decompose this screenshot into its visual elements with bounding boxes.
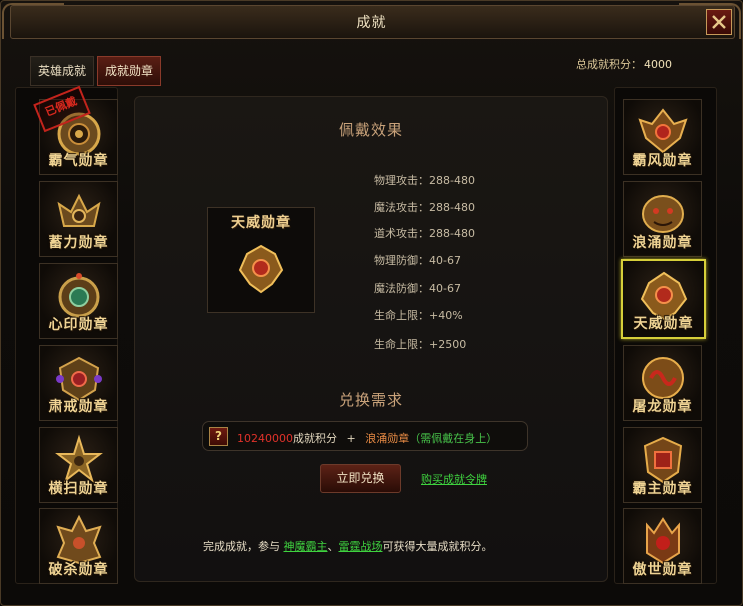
medal-name: 傲世勋章 [632,562,693,578]
link-shenmo-bazhu[interactable]: 神魔霸主 [284,540,328,553]
required-medal-note: （需佩戴在身上） [409,432,498,445]
achievement-window: 成就 英雄成就 成就勋章 总成就积分： 4000 已佩戴 霸气勋章 蓄力勋章 心… [0,0,743,606]
window-title: 成就 [356,15,387,31]
medal-slot-selected[interactable]: 天威勋章 [621,259,706,339]
buy-token-link[interactable]: 购买成就令牌 [421,471,487,487]
medal-name: 霸气勋章 [48,153,109,169]
exchange-requirement-box: ? 10240000成就积分 + 浪涌勋章（需佩戴在身上） [202,421,528,451]
medal-slot[interactable]: 傲世勋章 [623,508,702,584]
required-score-label: 成就积分 [293,432,337,445]
help-button[interactable]: ? [209,427,228,446]
medal-name: 横扫勋章 [48,481,109,497]
redeem-now-button[interactable]: 立即兑换 [320,464,401,493]
close-icon [712,15,726,29]
medal-slot[interactable]: 心印勋章 [39,263,118,339]
stat-line: 物理攻击：288-480 [374,174,475,187]
footer-prefix: 完成成就，参与 [203,540,284,553]
total-achievement-score: 总成就积分： 4000 [576,56,672,72]
medal-name: 肃戒勋章 [48,399,109,415]
medal-slot[interactable]: 屠龙勋章 [623,345,702,421]
medal-name: 心印勋章 [48,317,109,333]
stat-line: 魔法攻击：288-480 [374,201,475,214]
link-leiting-zhanchang[interactable]: 雷霆战场 [339,540,383,553]
stat-line: 物理防御：40-67 [374,254,461,267]
stat-line: 魔法防御：40-67 [374,282,461,295]
medal-name: 霸风勋章 [632,153,693,169]
medal-slot[interactable]: 肃戒勋章 [39,345,118,421]
medal-detail-panel: 佩戴效果 兑换需求 [134,96,608,582]
total-score-value: 4000 [644,58,672,71]
total-score-label: 总成就积分： [576,58,642,71]
requirement-title: 兑换需求 [338,391,403,409]
medal-name: 浪涌勋章 [632,235,693,251]
medal-name: 天威勋章 [633,316,694,332]
medal-tianwei-icon [238,244,284,294]
medal-slot[interactable]: 蓄力勋章 [39,181,118,257]
medal-slot[interactable]: 横扫勋章 [39,427,118,503]
footer-suffix: 可获得大量成就积分。 [382,540,493,553]
footer-separator: 、 [327,540,339,553]
medal-slot[interactable]: 破杀勋章 [39,508,118,584]
stat-line: 道术攻击：288-480 [374,227,475,240]
medal-slot[interactable]: 霸风勋章 [623,99,702,175]
medal-name: 蓄力勋章 [48,235,109,251]
close-button[interactable] [706,9,732,35]
medal-slot[interactable]: 浪涌勋章 [623,181,702,257]
medal-name: 霸主勋章 [632,481,693,497]
tab-hero-achievements[interactable]: 英雄成就 [30,56,95,86]
medal-slot[interactable]: 已佩戴 霸气勋章 [33,85,118,175]
stat-line: 生命上限：+40% [374,309,463,322]
selected-medal-preview: 天威勋章 [207,207,315,313]
effect-title: 佩戴效果 [338,121,403,139]
footer-hint: 完成成就，参与 神魔霸主、雷霆战场可获得大量成就积分。 [203,538,493,554]
plus-sign: + [346,432,356,445]
stat-line: 生命上限：+2500 [374,338,467,351]
requirement-text: 10240000成就积分 + 浪涌勋章（需佩戴在身上） [237,430,497,446]
medal-name: 破杀勋章 [48,562,109,578]
medal-name: 屠龙勋章 [632,399,693,415]
required-score-value: 10240000 [237,432,293,445]
tab-achievement-medals[interactable]: 成就勋章 [97,56,162,86]
required-medal-name: 浪涌勋章 [365,432,410,445]
medal-slot[interactable]: 霸主勋章 [623,427,702,503]
